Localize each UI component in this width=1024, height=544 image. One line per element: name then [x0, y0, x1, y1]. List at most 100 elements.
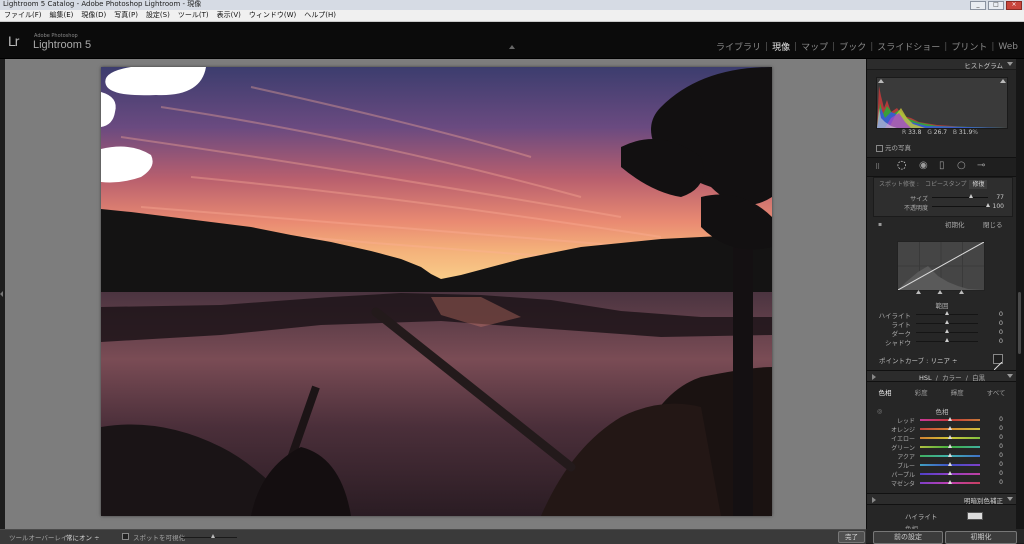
- hsl-subtitle: 色相: [935, 408, 949, 416]
- original-photo-toggle[interactable]: 元の写真: [876, 142, 911, 152]
- split-toning-header[interactable]: 明暗別色補正: [867, 493, 1017, 505]
- menu-settings[interactable]: 設定(S): [142, 10, 174, 21]
- slider-knob[interactable]: [945, 320, 949, 324]
- adjustment-brush-icon[interactable]: ⊸: [977, 161, 985, 171]
- histogram-header[interactable]: ヒストグラム: [867, 59, 1017, 70]
- hsl-row: イエロー 0: [867, 434, 1017, 443]
- checkbox[interactable]: [876, 144, 883, 152]
- bw-tab[interactable]: 白黒: [972, 374, 985, 382]
- module-print[interactable]: プリント: [951, 40, 987, 53]
- curve-row-lights: ライト 0: [891, 319, 1004, 329]
- slider-knob[interactable]: [947, 453, 952, 457]
- red-eye-icon[interactable]: ◉: [919, 161, 928, 171]
- module-web[interactable]: Web: [998, 42, 1018, 52]
- hsl-row-value: 0: [999, 479, 1003, 486]
- minimize-button[interactable]: _: [970, 1, 986, 10]
- module-book[interactable]: ブック: [839, 40, 866, 53]
- menu-photo[interactable]: 写真(P): [110, 10, 142, 21]
- hsl-header[interactable]: HSL / カラー / 白黒: [867, 370, 1017, 382]
- slider-knob[interactable]: [945, 311, 949, 315]
- highlight-color-swatch[interactable]: [967, 512, 983, 520]
- hsl-tab[interactable]: HSL: [919, 374, 932, 382]
- slider-knob[interactable]: [945, 338, 949, 342]
- module-develop[interactable]: 現像: [772, 40, 790, 53]
- tab-heal[interactable]: 修復: [969, 180, 988, 189]
- photo-preview[interactable]: [101, 67, 772, 516]
- tab-clone[interactable]: コピースタンプ: [922, 180, 970, 189]
- crop-icon[interactable]: ⠿: [875, 163, 880, 172]
- maximize-button[interactable]: □: [988, 1, 1004, 10]
- module-picker: ライブラリ | 現像 | マップ | ブック | スライドショー | プリント …: [716, 40, 1018, 54]
- previous-settings-button[interactable]: 前の設定: [873, 531, 943, 544]
- spot-removal-icon[interactable]: ◌: [897, 159, 907, 170]
- slider-knob[interactable]: [947, 417, 952, 421]
- tab-saturation[interactable]: 彩度: [915, 387, 928, 397]
- size-slider-knob[interactable]: [968, 194, 973, 198]
- tone-curve-graph[interactable]: [897, 241, 985, 291]
- reset-button[interactable]: 初期化: [945, 219, 965, 229]
- slider-knob[interactable]: [947, 462, 952, 466]
- histogram-rgb-readout: R 33.8 G 26.7 B 31.9%: [902, 129, 978, 136]
- close-button[interactable]: 閉じる: [983, 219, 1003, 229]
- tab-hue[interactable]: 色相: [879, 387, 892, 397]
- hsl-row: レッド 0: [867, 416, 1017, 425]
- module-map[interactable]: マップ: [801, 40, 828, 53]
- tab-all[interactable]: すべて: [987, 387, 1006, 397]
- module-slideshow[interactable]: スライドショー: [877, 40, 940, 53]
- menu-bar: ファイル(F) 編集(E) 現像(D) 写真(P) 設定(S) ツール(T) 表…: [0, 10, 1024, 22]
- size-slider[interactable]: [932, 197, 988, 198]
- tool-overlay-select[interactable]: 常にオン ÷: [66, 532, 100, 542]
- module-library[interactable]: ライブラリ: [716, 40, 761, 53]
- point-curve-select[interactable]: ポイントカーブ : リニア ÷: [879, 355, 1009, 365]
- menu-develop[interactable]: 現像(D): [77, 10, 110, 21]
- visualize-spots-checkbox[interactable]: [122, 533, 129, 540]
- mask-toggle-icon[interactable]: ▪: [878, 220, 882, 229]
- highlight-label: ハイライト: [905, 513, 938, 521]
- menu-tools[interactable]: ツール(T): [174, 10, 213, 21]
- graduated-filter-icon[interactable]: ▯: [939, 161, 945, 171]
- visualize-threshold-slider[interactable]: [181, 537, 237, 538]
- slider-knob[interactable]: [945, 329, 949, 333]
- collapse-triangle-icon[interactable]: [1007, 497, 1013, 501]
- identity-plate: Lr Adobe Photoshop Lightroom 5 ライブラリ | 現…: [0, 22, 1024, 59]
- histogram[interactable]: [876, 77, 1008, 129]
- opacity-slider[interactable]: [932, 206, 988, 207]
- hsl-row-value: 0: [999, 416, 1003, 423]
- menu-edit[interactable]: 編集(E): [46, 10, 78, 21]
- reset-all-button[interactable]: 初期化: [945, 531, 1017, 544]
- menu-view[interactable]: 表示(V): [213, 10, 245, 21]
- hsl-row: オレンジ 0: [867, 425, 1017, 434]
- tab-luminance[interactable]: 輝度: [951, 387, 964, 397]
- shadow-clipping-icon[interactable]: [878, 79, 884, 83]
- slider-knob[interactable]: [947, 444, 952, 448]
- collapse-triangle-icon[interactable]: [1007, 62, 1013, 66]
- collapse-top-panel-icon[interactable]: [509, 45, 515, 49]
- panel-scrollbar-thumb[interactable]: [1018, 292, 1021, 354]
- menu-file[interactable]: ファイル(F): [0, 10, 46, 21]
- collapse-triangle-icon[interactable]: [1007, 374, 1013, 378]
- collapse-triangle-icon[interactable]: [872, 374, 876, 380]
- slider-knob[interactable]: [211, 534, 215, 538]
- region-title: 範囲: [935, 302, 949, 310]
- radial-filter-icon[interactable]: ○: [957, 161, 966, 171]
- menu-window[interactable]: ウィンドウ(W): [245, 10, 300, 21]
- left-panel-collapsed[interactable]: [0, 59, 5, 529]
- split-point-handles[interactable]: [897, 290, 983, 294]
- slider-knob[interactable]: [947, 426, 952, 430]
- menu-help[interactable]: ヘルプ(H): [300, 10, 340, 21]
- collapse-triangle-icon[interactable]: [872, 497, 876, 503]
- slider-knob[interactable]: [947, 471, 952, 475]
- close-window-button[interactable]: ×: [1006, 1, 1022, 10]
- edit-curve-icon[interactable]: [993, 354, 1003, 371]
- done-button[interactable]: 完了: [838, 531, 865, 543]
- slider-knob[interactable]: [947, 435, 952, 439]
- opacity-slider-knob[interactable]: [985, 203, 990, 207]
- highlight-clipping-icon[interactable]: [1000, 79, 1006, 83]
- slider-knob[interactable]: [947, 480, 952, 484]
- color-tab[interactable]: カラー: [942, 374, 962, 382]
- opacity-slider-row: 不透明度 100: [903, 203, 1004, 212]
- expand-left-icon[interactable]: [0, 291, 3, 297]
- curve-row-highlights: ハイライト 0: [878, 310, 1003, 320]
- visualize-spots-label[interactable]: スポットを可視化: [133, 532, 185, 542]
- hsl-row-value: 0: [999, 452, 1003, 459]
